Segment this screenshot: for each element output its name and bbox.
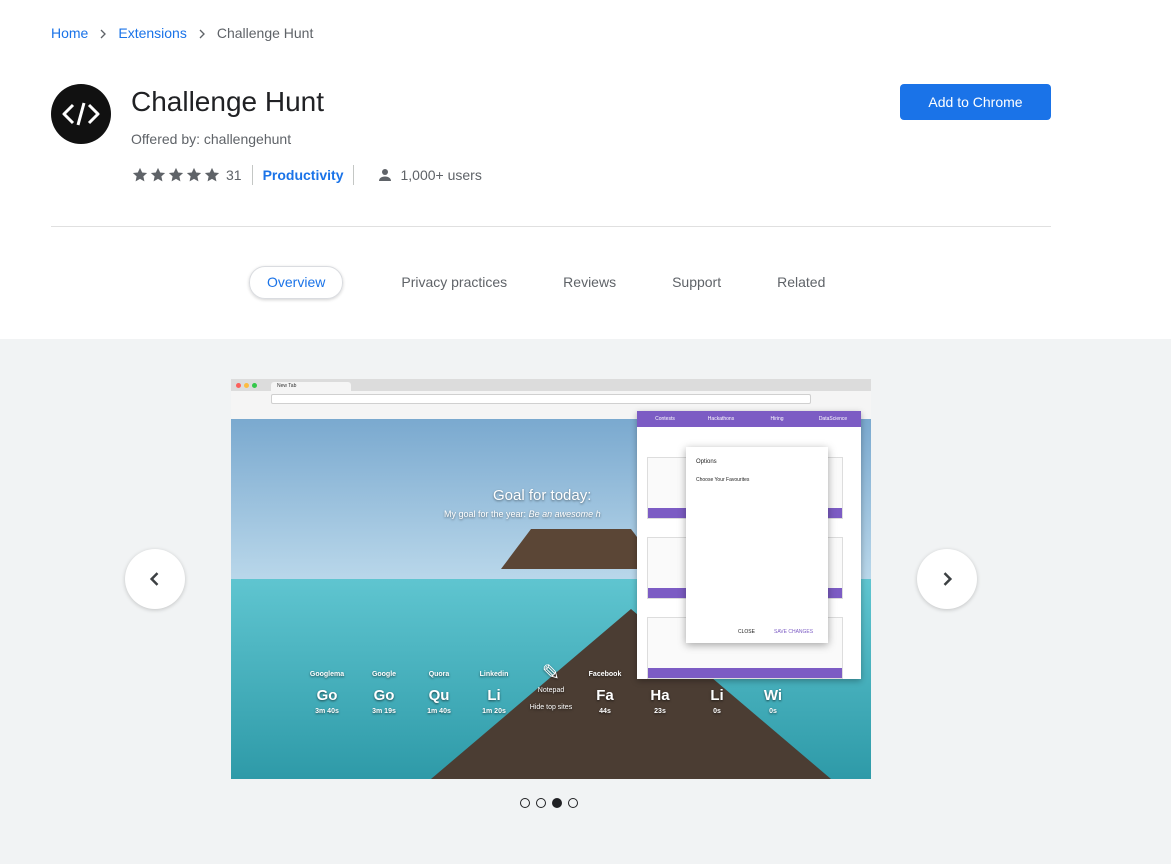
gallery-next-button[interactable] [917, 549, 977, 609]
category-link[interactable]: Productivity [263, 167, 344, 183]
screenshot-top-sites: Googlema Go 3m 40s Google Go 3m 19s Quora Qu 1m … [301, 660, 801, 731]
header-divider [51, 226, 1051, 227]
extension-meta: 31 Productivity 1,000+ users [131, 163, 482, 187]
star-icon [186, 167, 202, 182]
breadcrumb-extensions-link[interactable]: Extensions [118, 25, 186, 41]
chevron-right-icon [943, 572, 953, 586]
screenshot-site-tile: Quora Qu 1m 40s [427, 671, 451, 715]
person-icon [376, 166, 394, 184]
screenshot-site-tile: Google Go 3m 19s [371, 671, 397, 715]
detail-tabs: Overview Privacy practices Reviews Suppo… [249, 266, 843, 299]
rating-stars[interactable] [131, 166, 221, 184]
screenshot-site-tile: Linkedin Li 1m 20s [479, 671, 509, 715]
screenshot-goal-year: My goal for the year: Be an awesome h [444, 509, 601, 519]
screenshot-address-row [231, 391, 871, 407]
screenshot-site-tile: Wi 0s [763, 687, 783, 715]
gallery-pagination [520, 798, 584, 808]
tab-support[interactable]: Support [654, 267, 739, 298]
star-icon [150, 167, 166, 182]
screenshot-notepad: ✎ Notepad Hide top sites [529, 660, 573, 711]
tab-overview[interactable]: Overview [249, 266, 344, 299]
star-icon [132, 167, 148, 182]
user-count: 1,000+ users [400, 167, 482, 183]
screenshot-site-tile: Googlema Go 3m 40s [309, 671, 345, 715]
code-icon [62, 102, 100, 126]
tab-related[interactable]: Related [759, 267, 843, 298]
divider [251, 165, 253, 185]
chevron-right-icon [88, 24, 118, 41]
screenshot-browser-bar: New Tab [231, 379, 871, 391]
breadcrumb-current: Challenge Hunt [216, 25, 314, 41]
chevron-left-icon [149, 572, 159, 586]
gallery-dot[interactable] [568, 798, 578, 808]
add-to-chrome-button[interactable]: Add to Chrome [900, 84, 1051, 120]
screenshot-site-tile: Ha 23s [650, 687, 670, 715]
screenshot-options-dialog: Options Choose Your Favourites CLOSE SAV… [686, 447, 828, 643]
gallery-screenshot: New Tab Goal for today: My goal for the … [231, 379, 871, 779]
chevron-right-icon [187, 24, 217, 41]
screenshot-site-tile: Li 0s [710, 687, 724, 715]
breadcrumb: Home Extensions Challenge Hunt [51, 22, 313, 44]
screenshot-goal-title: Goal for today: [493, 487, 592, 504]
extension-title: Challenge Hunt [131, 86, 325, 117]
divider [353, 165, 355, 185]
extension-logo [51, 84, 111, 144]
gallery-dot[interactable] [552, 798, 562, 808]
tab-reviews[interactable]: Reviews [545, 267, 634, 298]
star-icon [168, 167, 184, 182]
screenshot-tab: New Tab [271, 382, 351, 391]
offered-by: Offered by: challengehunt [131, 131, 292, 147]
rating-count[interactable]: 31 [226, 167, 242, 183]
breadcrumb-home-link[interactable]: Home [51, 25, 88, 41]
gallery-prev-button[interactable] [125, 549, 185, 609]
gallery-dot[interactable] [520, 798, 530, 808]
star-icon [204, 167, 220, 182]
gallery-dot[interactable] [536, 798, 546, 808]
tab-privacy-practices[interactable]: Privacy practices [383, 267, 525, 298]
